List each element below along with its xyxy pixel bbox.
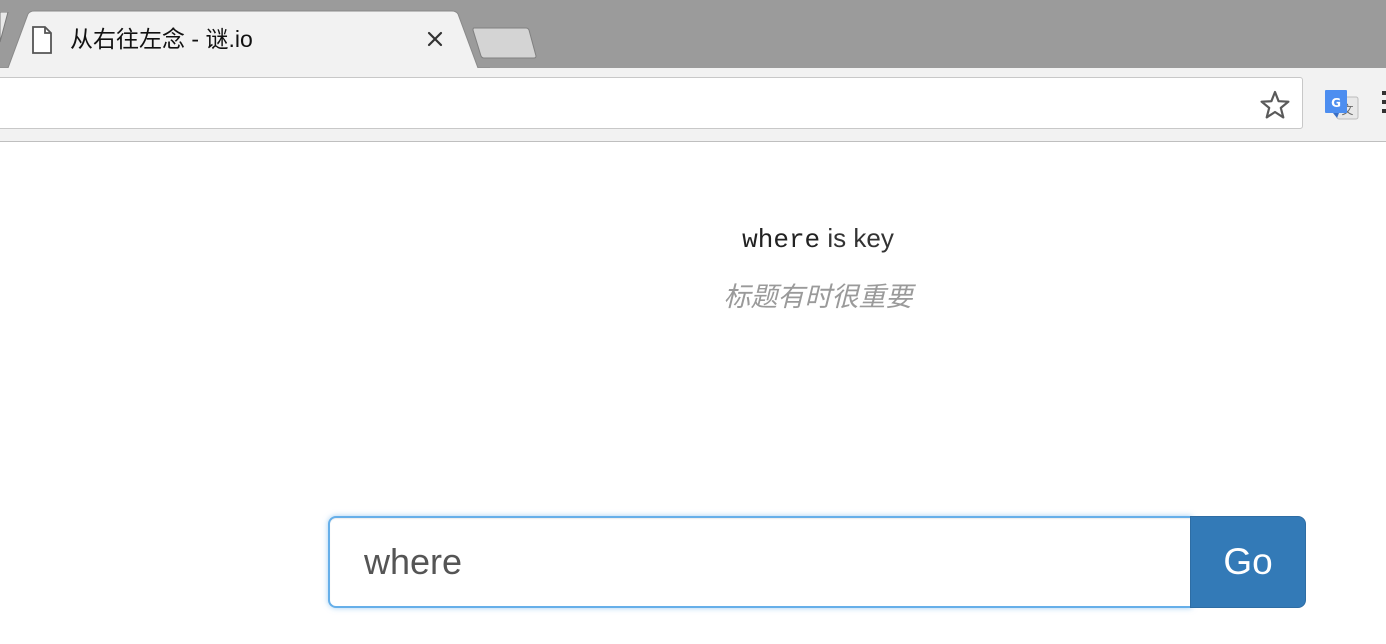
active-tab[interactable]: 从右往左念 - 谜.io bbox=[0, 0, 490, 69]
address-bar[interactable] bbox=[0, 77, 1303, 129]
browser-titlebar: 从右往左念 - 谜.io bbox=[0, 0, 1386, 69]
page-content: where is key 标题有时很重要 Go bbox=[0, 142, 1386, 644]
heading-text: is key bbox=[820, 223, 894, 253]
puzzle-heading: where is key bbox=[0, 221, 1386, 257]
star-icon[interactable] bbox=[1258, 88, 1292, 122]
puzzle-hint: 标题有时很重要 bbox=[723, 282, 913, 312]
heading-code: where bbox=[742, 225, 821, 255]
tab-title: 从右往左念 - 谜.io bbox=[70, 26, 253, 52]
new-tab-icon[interactable] bbox=[470, 26, 540, 60]
document-icon bbox=[32, 26, 52, 54]
svg-text:G: G bbox=[1331, 96, 1341, 110]
close-icon[interactable] bbox=[424, 28, 446, 50]
browser-toolbar: 文 G bbox=[0, 68, 1386, 142]
go-button[interactable]: Go bbox=[1190, 516, 1306, 608]
answer-input[interactable] bbox=[328, 516, 1192, 608]
vertical-dots-menu-icon[interactable] bbox=[1378, 89, 1386, 117]
answer-form: Go bbox=[328, 516, 1306, 608]
google-translate-icon[interactable]: 文 G bbox=[1324, 87, 1360, 123]
